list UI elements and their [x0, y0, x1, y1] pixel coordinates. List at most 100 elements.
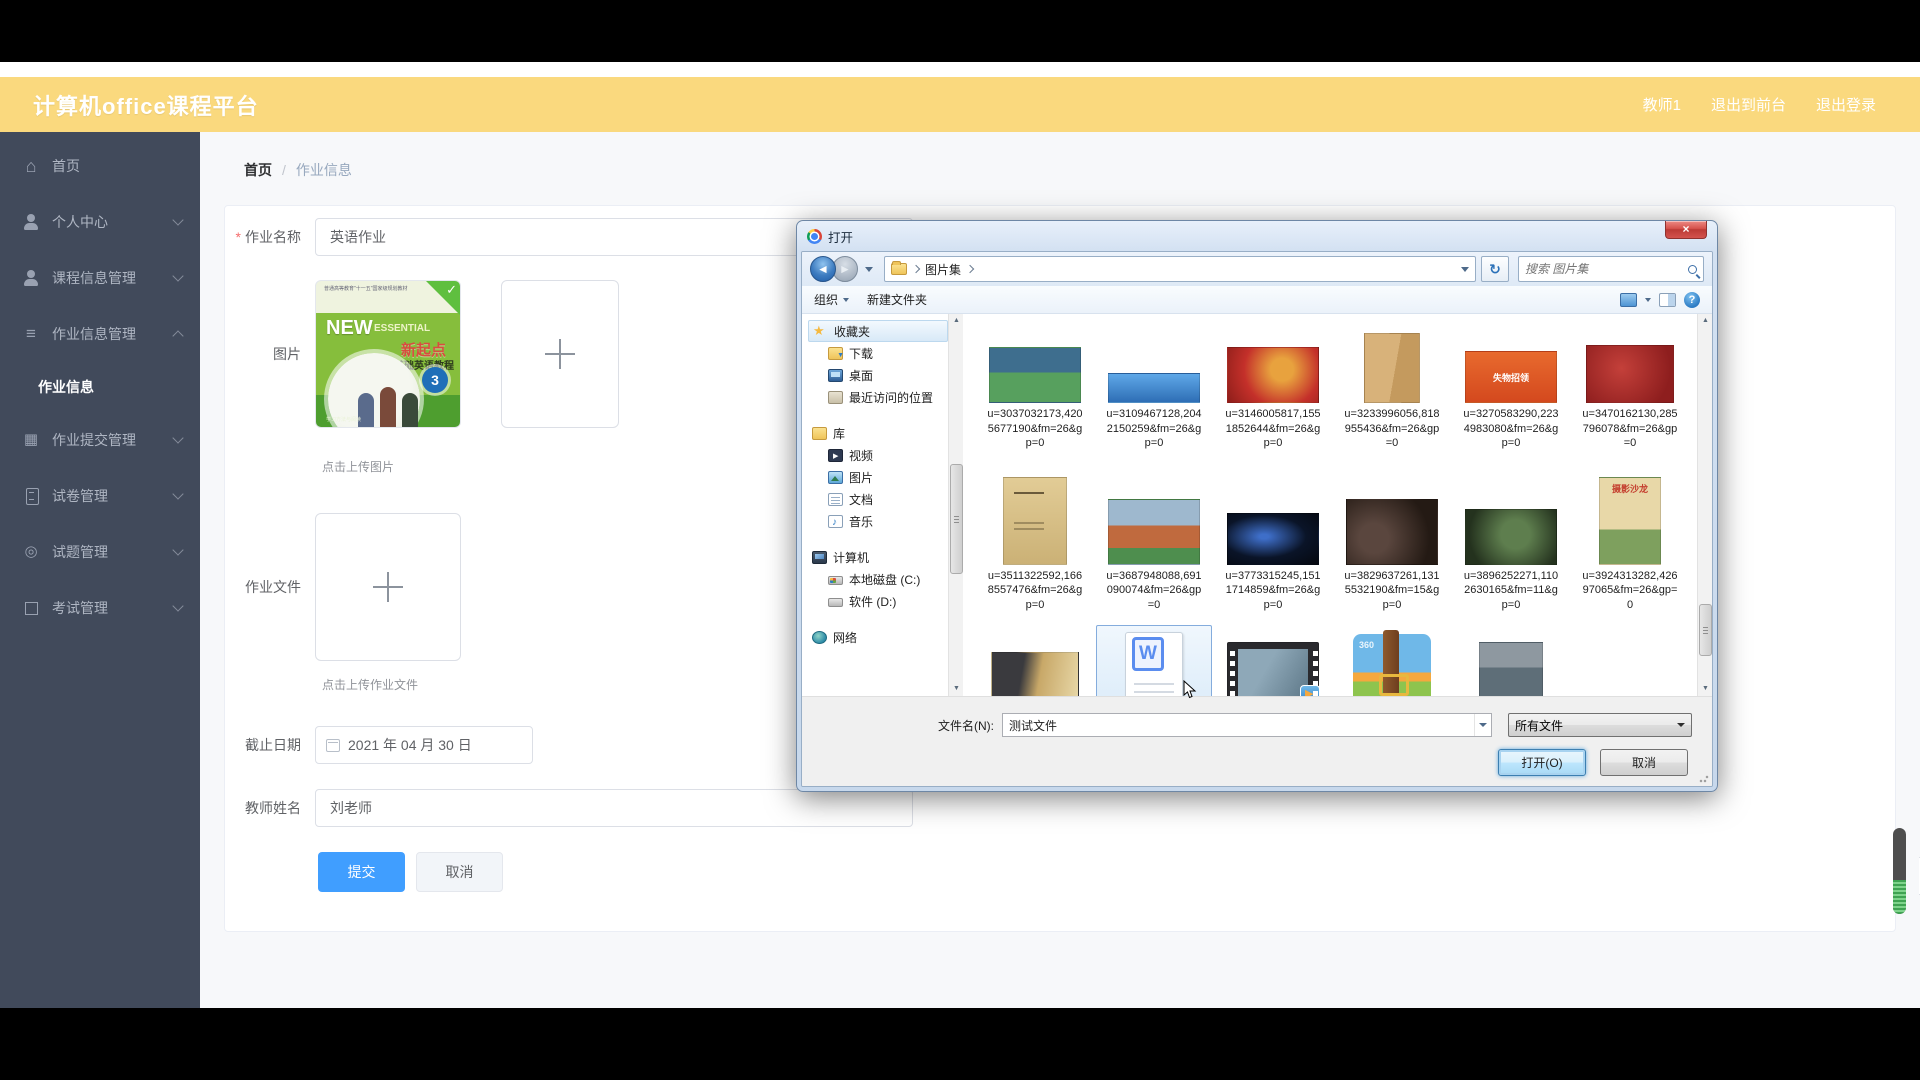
breadcrumb-home[interactable]: 首页 — [244, 160, 272, 180]
refresh-button[interactable] — [1481, 256, 1509, 282]
sidebar-item-question-mgmt[interactable]: 试题管理 — [0, 524, 200, 580]
file-thumbnail — [1003, 476, 1067, 565]
filename-input[interactable] — [1003, 718, 1474, 732]
filetype-select[interactable]: 所有文件 — [1508, 713, 1692, 737]
tree-scrollbar[interactable] — [948, 314, 963, 696]
view-dropdown-icon[interactable] — [1645, 297, 1651, 302]
tree-item-desktop[interactable]: 桌面 — [808, 364, 948, 386]
page-scrollbar[interactable] — [1893, 828, 1906, 914]
search-icon — [1688, 264, 1697, 274]
file-item[interactable]: u=3037032173,4205677190&fm=26&gp=0 — [977, 324, 1093, 454]
file-item[interactable]: 失物招领 u=3270583290,2234983080&fm=26&gp=0 — [1453, 324, 1569, 454]
filename-dropdown-icon[interactable] — [1474, 714, 1491, 736]
open-button[interactable]: 打开(O) — [1498, 749, 1586, 776]
nav-history-dropdown[interactable] — [865, 266, 873, 272]
homework-file-upload-box[interactable] — [315, 513, 461, 661]
scroll-down-icon[interactable] — [950, 682, 963, 696]
close-button[interactable] — [1665, 221, 1707, 239]
star-icon — [813, 324, 828, 338]
tree-item-disk-c[interactable]: 本地磁盘 (C:) — [808, 568, 948, 590]
file-item[interactable]: u=3146005817,1551852644&fm=26&gp=0 — [1215, 324, 1331, 454]
submit-button[interactable]: 提交 — [318, 852, 405, 892]
scroll-down-icon[interactable] — [1699, 682, 1712, 696]
file-item[interactable]: u=3773315245,1511714859&fm=26&gp=0 — [1215, 464, 1331, 616]
sidebar-item-homework-info-mgmt[interactable]: 作业信息管理 — [0, 306, 200, 362]
sidebar-item-personal-center[interactable]: 个人中心 — [0, 194, 200, 250]
tree-item-recent-places[interactable]: 最近访问的位置 — [808, 386, 948, 408]
file-item[interactable]: u=3470162130,285796078&fm=26&gp=0 — [1572, 324, 1688, 454]
deadline-date-picker[interactable]: 2021 年 04 月 30 日 — [315, 726, 533, 764]
tree-item-videos[interactable]: 视频 — [808, 444, 948, 466]
dialog-cancel-button[interactable]: 取消 — [1600, 749, 1688, 776]
dialog-title: 打开 — [828, 230, 854, 245]
chevron-down-icon — [172, 214, 184, 226]
address-bar[interactable]: 图片集 — [884, 256, 1476, 282]
grid-icon — [22, 431, 40, 449]
tree-item-pictures[interactable]: 图片 — [808, 466, 948, 488]
address-location[interactable]: 图片集 — [925, 261, 961, 278]
tree-item-computer[interactable]: 计算机 — [808, 546, 948, 568]
add-image-upload-box[interactable] — [501, 280, 619, 428]
filename-combobox[interactable] — [1002, 713, 1492, 737]
file-item[interactable]: u=3511322592,1668557476&fm=26&gp=0 — [977, 464, 1093, 616]
address-dropdown-icon[interactable] — [1461, 266, 1469, 272]
sidebar-item-exam-mgmt[interactable]: 考试管理 — [0, 580, 200, 636]
sidebar-item-course-info[interactable]: 课程信息管理 — [0, 250, 200, 306]
open-file-dialog: 打开 ◄ ► 图片集 — [796, 220, 1718, 792]
breadcrumb-arrow-icon — [911, 264, 921, 274]
folder-icon — [891, 261, 907, 275]
tree-item-disk-d[interactable]: 软件 (D:) — [808, 590, 948, 612]
dialog-titlebar[interactable]: 打开 — [797, 221, 1717, 251]
search-box[interactable] — [1518, 256, 1704, 282]
documents-icon — [828, 492, 843, 506]
scroll-up-icon[interactable] — [1699, 314, 1712, 328]
file-thumbnail — [989, 347, 1081, 403]
sidebar-item-exam-paper-mgmt[interactable]: 试卷管理 — [0, 468, 200, 524]
tree-item-network[interactable]: 网络 — [808, 626, 948, 648]
change-view-icon[interactable] — [1620, 292, 1637, 307]
file-item[interactable]: u=3109467128,2042150259&fm=26&gp=0 — [1096, 324, 1212, 454]
preview-pane-icon[interactable] — [1659, 292, 1676, 307]
help-icon[interactable]: ? — [1684, 291, 1700, 308]
back-button[interactable]: ◄ — [810, 256, 836, 282]
chrome-icon — [807, 228, 822, 244]
file-item[interactable]: u=3829637261,1315532190&fm=15&gp=0 — [1334, 464, 1450, 616]
plus-icon — [373, 572, 403, 602]
tree-scroll-thumb[interactable] — [950, 464, 963, 574]
tree-item-favorites[interactable]: 收藏夹 — [808, 320, 948, 342]
new-folder-button[interactable]: 新建文件夹 — [867, 291, 927, 308]
dialog-bottom-bar: 文件名(N): 所有文件 打开(O) 取消 — [802, 696, 1712, 786]
chevron-down-icon — [172, 600, 184, 612]
sidebar-item-home[interactable]: 首页 — [0, 138, 200, 194]
file-item[interactable]: u=3896252271,1102630165&fm=11&gp=0 — [1453, 464, 1569, 616]
cancel-button[interactable]: 取消 — [416, 852, 503, 892]
file-item[interactable]: u=3233996056,818955436&fm=26&gp=0 — [1334, 324, 1450, 454]
resize-grip[interactable] — [1699, 773, 1709, 783]
teacher-name-input[interactable] — [315, 789, 913, 827]
user-icon — [22, 213, 40, 231]
file-item[interactable]: u=3687948088,691090074&fm=26&gp=0 — [1096, 464, 1212, 616]
sidebar-item-homework-submit-mgmt[interactable]: 作业提交管理 — [0, 412, 200, 468]
file-list-scrollbar[interactable] — [1697, 314, 1712, 696]
logout-link[interactable]: 退出登录 — [1816, 94, 1876, 115]
uploaded-image-thumbnail[interactable]: 普通高等教育"十一五"国家级规划教材 NEW ESSENTIAL 新起点 大学基… — [315, 280, 461, 428]
tree-item-downloads[interactable]: 下载 — [808, 342, 948, 364]
scroll-up-icon[interactable] — [950, 314, 963, 328]
desktop-icon — [828, 368, 843, 382]
header-user-link[interactable]: 教师1 — [1643, 94, 1681, 115]
file-item[interactable]: 摄影沙龙 u=3924313282,42697065&fm=26&gp=0 — [1572, 464, 1688, 616]
dropdown-arrow-icon — [843, 297, 850, 302]
search-input[interactable] — [1525, 262, 1688, 276]
tree-item-music[interactable]: 音乐 — [808, 510, 948, 532]
tree-item-libraries[interactable]: 库 — [808, 422, 948, 444]
homework-name-label: 作业名称 — [225, 218, 315, 256]
tree-item-documents[interactable]: 文档 — [808, 488, 948, 510]
organize-menu[interactable]: 组织 — [814, 291, 850, 308]
exit-to-front-link[interactable]: 退出到前台 — [1711, 94, 1786, 115]
file-thumbnail — [1108, 498, 1200, 565]
sidebar-subitem-homework-info[interactable]: 作业信息 — [0, 362, 200, 412]
list-scroll-thumb[interactable] — [1699, 604, 1712, 656]
network-icon — [812, 630, 827, 644]
crop-icon — [22, 599, 40, 617]
chevron-up-icon — [172, 330, 184, 342]
